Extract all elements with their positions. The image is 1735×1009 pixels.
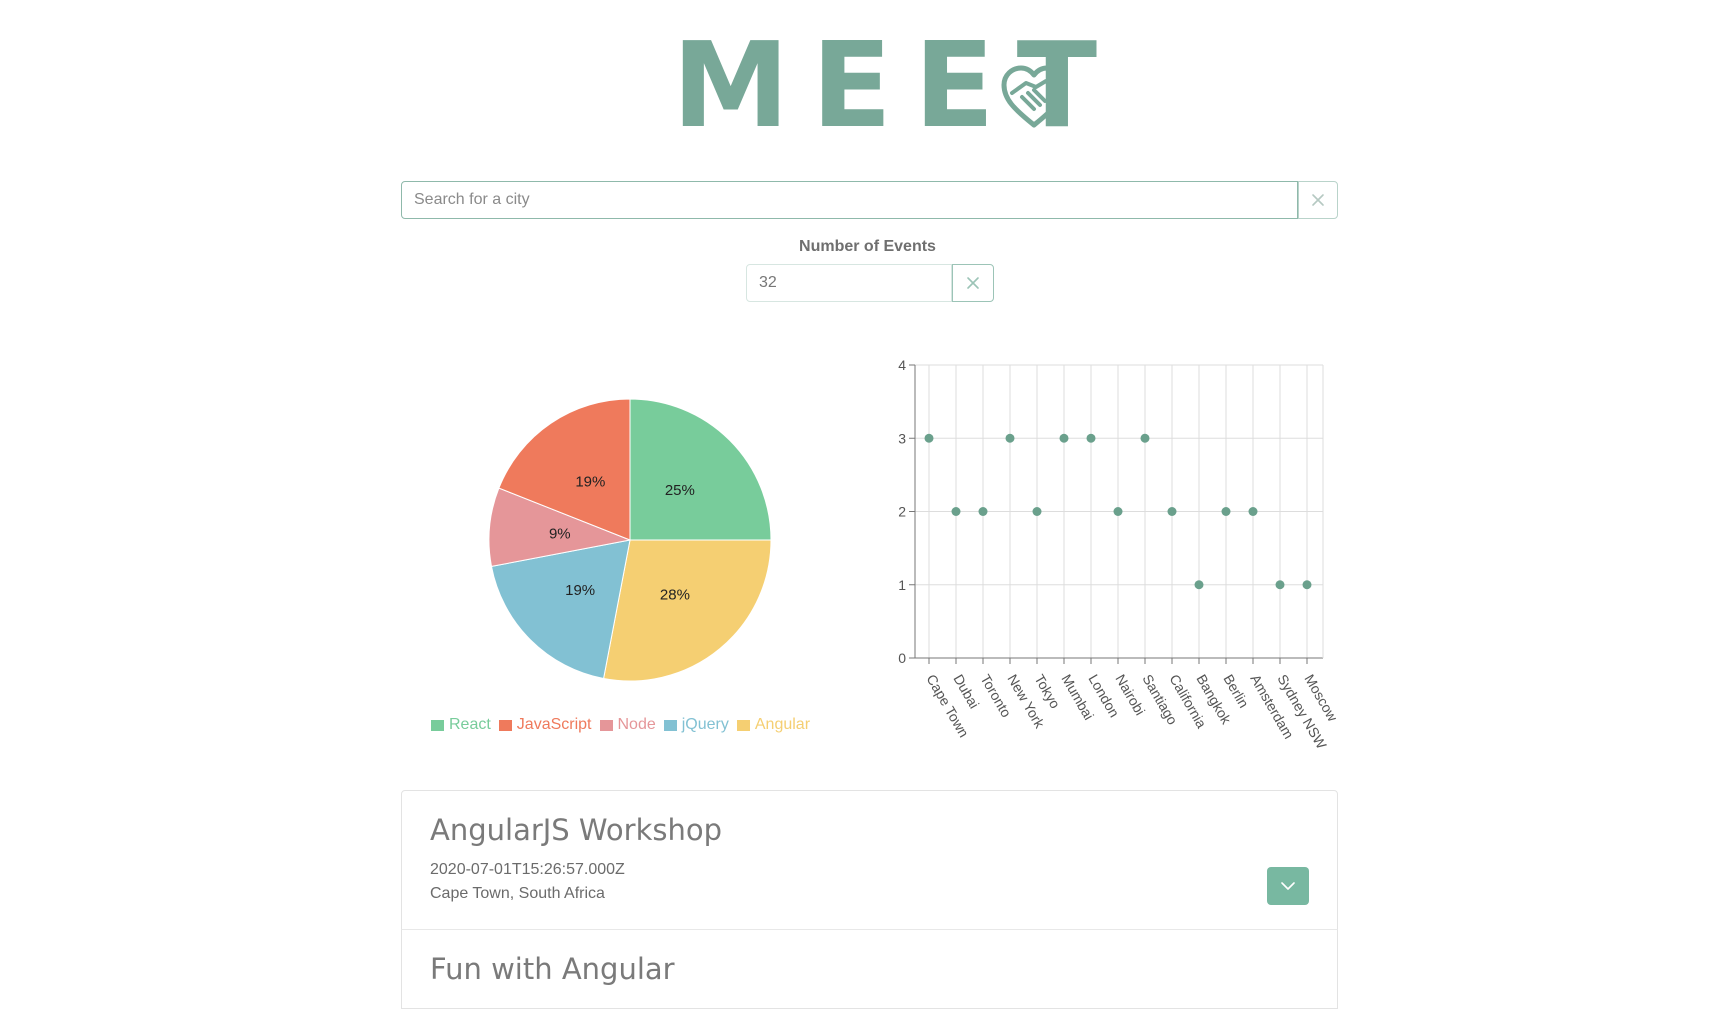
scatter-point[interactable] bbox=[951, 507, 961, 516]
legend-label: Angular bbox=[754, 716, 811, 733]
scatter-point[interactable] bbox=[1140, 433, 1150, 443]
city-search bbox=[401, 181, 1338, 219]
legend-swatch bbox=[599, 719, 613, 731]
number-of-events-input[interactable] bbox=[746, 264, 952, 302]
scatter-point[interactable] bbox=[978, 507, 988, 516]
events-per-city-chart: 01234Cape TownDubaiTorontoNew YorkTokyoM… bbox=[898, 357, 1341, 752]
legend-swatch bbox=[736, 719, 750, 731]
y-tick-label: 4 bbox=[898, 357, 906, 373]
number-of-events bbox=[746, 264, 994, 302]
pie-slice-react[interactable] bbox=[629, 398, 772, 541]
y-tick-label: 1 bbox=[898, 577, 906, 593]
legend-item-javascript[interactable]: JavaScript bbox=[498, 716, 592, 734]
scatter-point[interactable] bbox=[1167, 507, 1177, 516]
legend-swatch bbox=[431, 719, 444, 731]
close-icon bbox=[1312, 194, 1324, 206]
legend-item-angular[interactable]: Angular bbox=[736, 716, 811, 734]
scatter-point[interactable] bbox=[1032, 507, 1042, 516]
pie-slice-label: 19% bbox=[575, 474, 605, 491]
event-title: AngularJS Workshop bbox=[430, 813, 723, 847]
pie-slice-angular[interactable] bbox=[602, 539, 772, 682]
scatter-point[interactable] bbox=[1194, 580, 1204, 590]
app-logo: MEET bbox=[0, 26, 1735, 144]
legend-label: Node bbox=[617, 716, 656, 733]
legend-label: jQuery bbox=[681, 716, 729, 733]
event-card: AngularJS Workshop 2020-07-01T15:26:57.0… bbox=[401, 790, 1338, 930]
y-tick-label: 0 bbox=[898, 650, 906, 666]
scatter-point[interactable] bbox=[1113, 507, 1123, 516]
legend-item-node[interactable]: Node bbox=[599, 716, 656, 734]
scatter-point[interactable] bbox=[1221, 507, 1231, 516]
city-search-input[interactable] bbox=[401, 181, 1298, 219]
scatter-point[interactable] bbox=[1086, 433, 1096, 443]
legend-swatch bbox=[663, 719, 677, 731]
legend-swatch bbox=[498, 719, 512, 731]
scatter-point[interactable] bbox=[924, 433, 934, 443]
legend-label: React bbox=[449, 716, 491, 733]
scatter-point[interactable] bbox=[1302, 580, 1312, 590]
number-of-events-label: Number of Events bbox=[799, 238, 936, 255]
event-card: Fun with Angular bbox=[401, 929, 1338, 1009]
y-tick-label: 3 bbox=[898, 430, 906, 446]
y-tick-label: 2 bbox=[898, 504, 906, 520]
scatter-point[interactable] bbox=[1275, 580, 1285, 590]
pie-slice-label: 9% bbox=[549, 525, 571, 542]
legend-item-react[interactable]: React bbox=[431, 716, 491, 734]
events-clear-button[interactable] bbox=[952, 264, 994, 302]
pie-legend: React JavaScript Node jQuery Angular bbox=[431, 716, 810, 734]
scatter-point[interactable] bbox=[1059, 433, 1069, 443]
legend-label: JavaScript bbox=[516, 716, 592, 733]
event-date: 2020-07-01T15:26:57.000Z bbox=[430, 861, 625, 878]
chevron-down-icon bbox=[1281, 882, 1295, 890]
scatter-point[interactable] bbox=[1005, 433, 1015, 443]
pie-slice-label: 28% bbox=[660, 586, 690, 603]
pie-slice-label: 25% bbox=[665, 482, 695, 499]
legend-item-jquery[interactable]: jQuery bbox=[663, 716, 729, 734]
pie-slice-label: 19% bbox=[565, 582, 595, 599]
search-clear-button[interactable] bbox=[1298, 181, 1338, 219]
scatter-point[interactable] bbox=[1248, 507, 1258, 516]
genre-pie-chart: 25% 28% 19% 9% 19% bbox=[488, 398, 772, 682]
close-icon bbox=[967, 277, 979, 289]
handshake-heart-icon bbox=[1001, 65, 1067, 128]
show-details-button[interactable] bbox=[1267, 867, 1309, 905]
event-location: Cape Town, South Africa bbox=[430, 885, 605, 902]
event-title: Fun with Angular bbox=[430, 952, 675, 986]
